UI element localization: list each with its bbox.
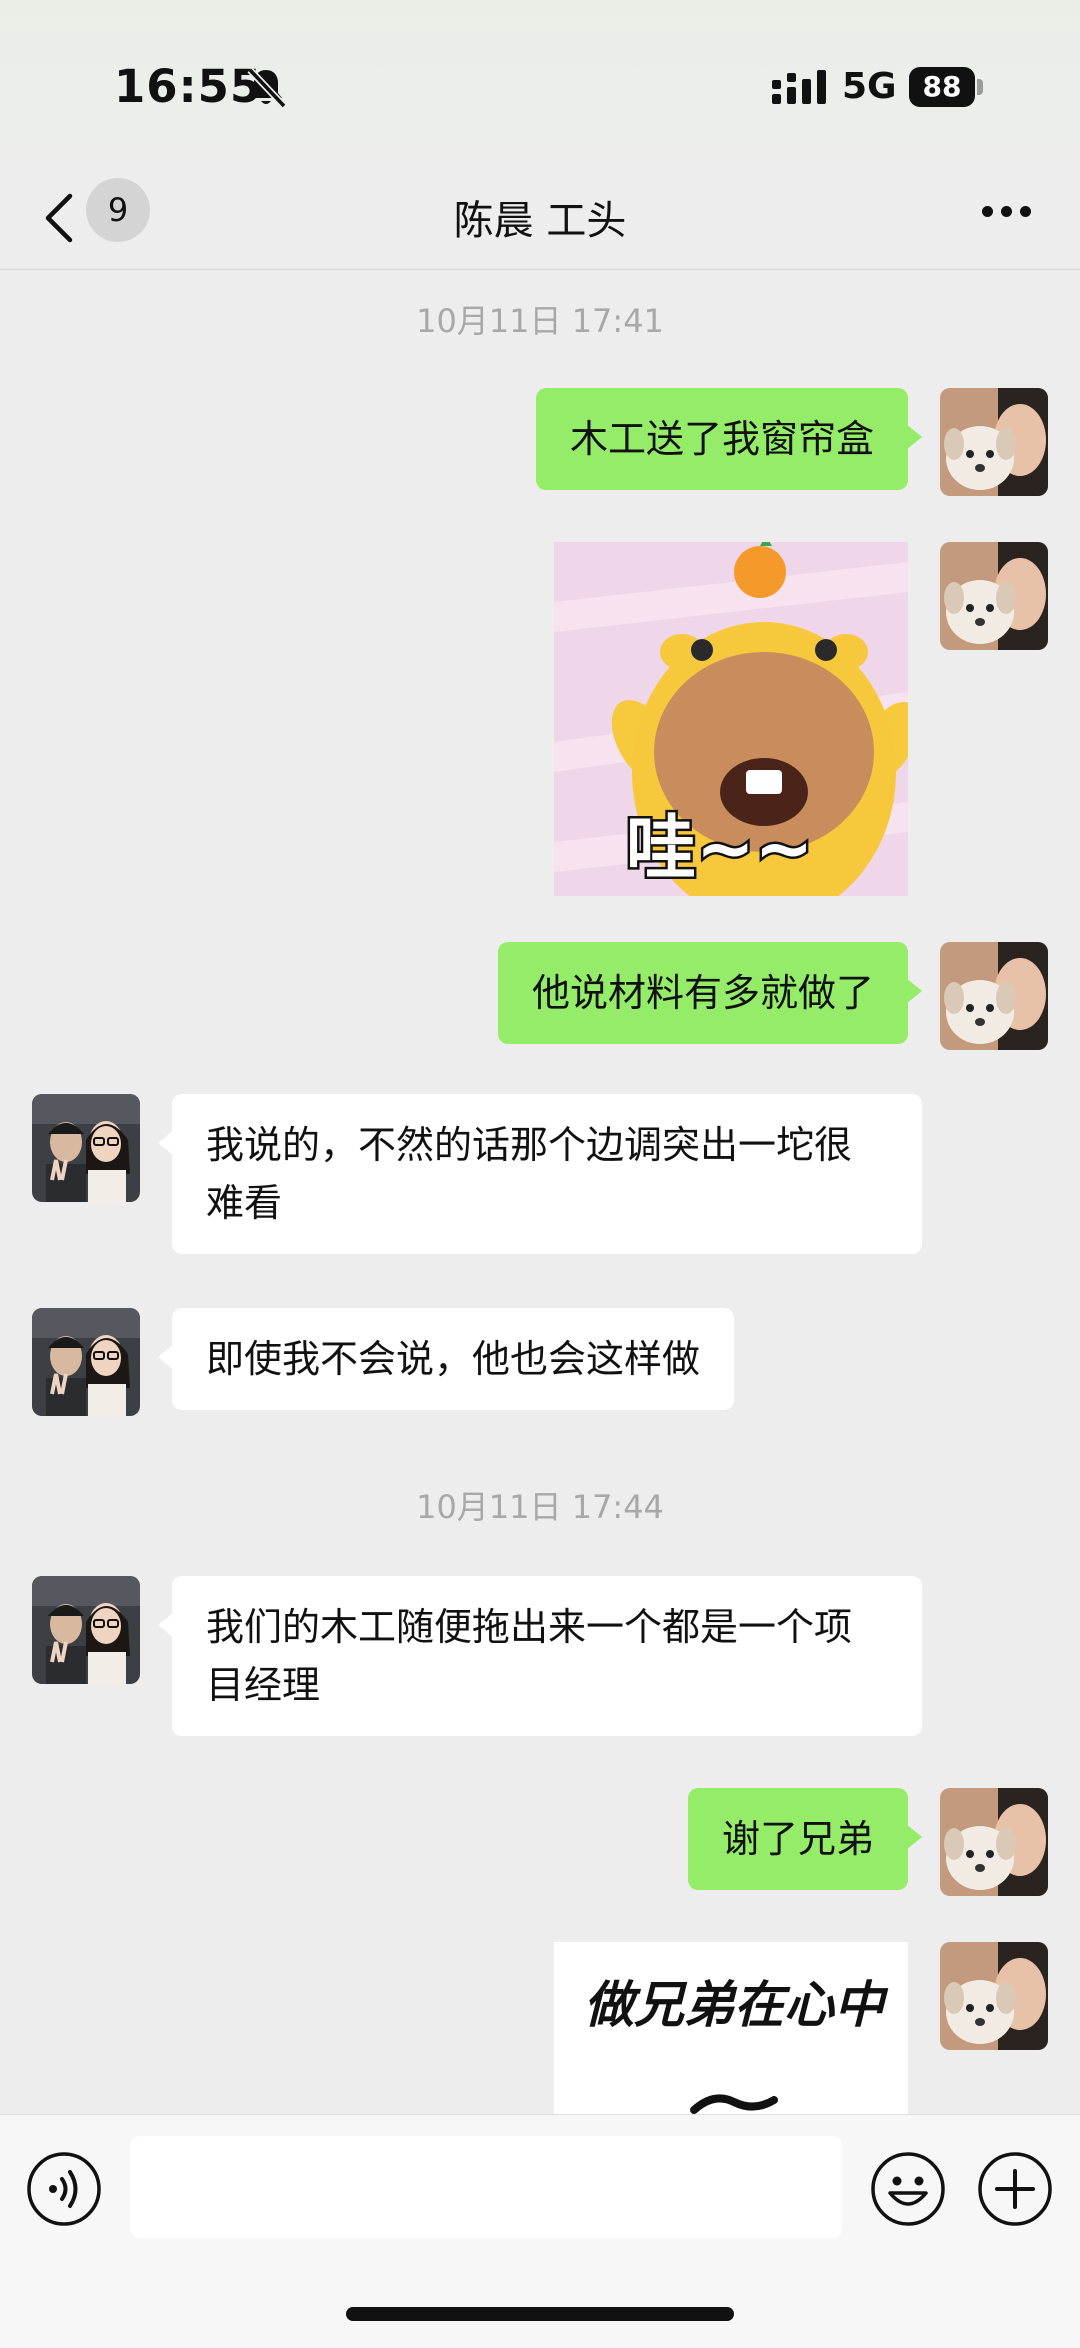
outgoing-message[interactable]: 他说材料有多就做了 [497, 942, 923, 1044]
sticker-caption: 哇~~ [626, 807, 813, 889]
sticker-caption: 做兄弟在心中 [584, 1975, 889, 2034]
my-avatar[interactable] [940, 942, 1048, 1050]
outgoing-message[interactable]: 谢了兄弟 [687, 1788, 923, 1890]
my-avatar[interactable] [940, 1788, 1048, 1896]
status-bar: 16:55 5G 88 [0, 0, 1080, 170]
sticker-image[interactable]: 哇~~ [554, 542, 908, 896]
voice-icon[interactable] [26, 2151, 102, 2227]
more-dots-icon[interactable] [982, 206, 1032, 218]
signal-icon [772, 70, 826, 104]
incoming-message[interactable]: 我说的，不然的话那个边调突出一坨很难看 [158, 1094, 922, 1254]
bell-slash-icon [247, 67, 286, 109]
home-indicator[interactable] [346, 2307, 734, 2321]
message-timestamp: 10月11日 17:41 [416, 302, 664, 340]
contact-avatar[interactable] [32, 1576, 140, 1684]
my-avatar[interactable] [940, 388, 1048, 496]
my-avatar[interactable] [940, 1942, 1048, 2050]
contact-avatar[interactable] [32, 1308, 140, 1416]
chat-title: 陈晨 工头 [453, 198, 627, 244]
sticker-image[interactable]: 做兄弟在心中 [554, 1942, 908, 2114]
outgoing-message[interactable]: 木工送了我窗帘盒 [535, 388, 923, 490]
network-type: 5G [842, 66, 897, 107]
smiley-icon[interactable] [870, 2151, 946, 2227]
message-timestamp: 10月11日 17:44 [416, 1488, 664, 1526]
battery-level: 88 [909, 67, 975, 107]
my-avatar[interactable] [940, 542, 1048, 650]
battery-icon: 88 [909, 67, 983, 107]
message-input[interactable] [130, 2136, 842, 2238]
contact-avatar[interactable] [32, 1094, 140, 1202]
plus-circle-icon[interactable] [977, 2151, 1053, 2227]
incoming-message[interactable]: 即使我不会说，他也会这样做 [157, 1308, 735, 1410]
incoming-message[interactable]: 我们的木工随便拖出来一个都是一个项目经理 [158, 1576, 922, 1736]
status-time: 16:55 [114, 60, 263, 113]
chat-header: 9 陈晨 工头 [0, 170, 1080, 270]
